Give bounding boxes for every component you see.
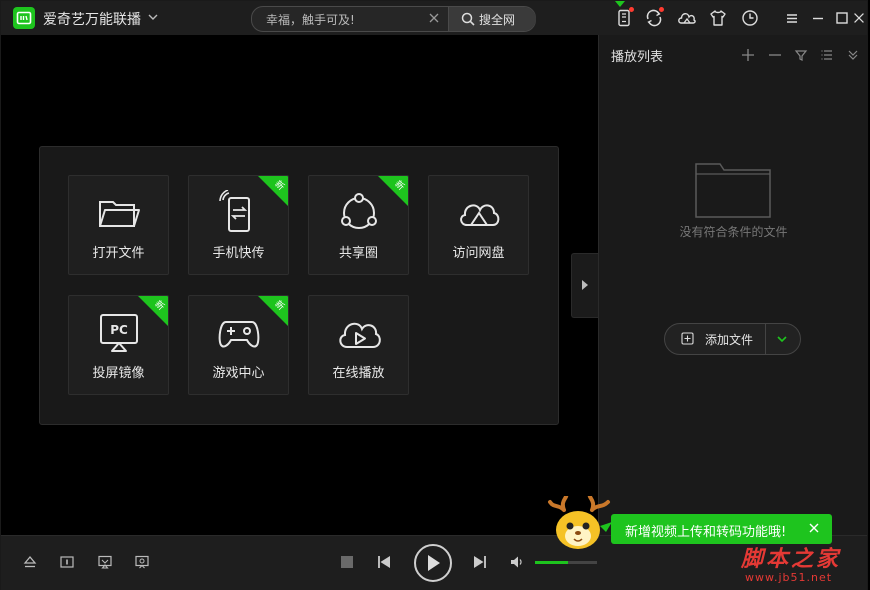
cloud-play-icon: [339, 322, 381, 348]
empty-playlist-text: 没有符合条件的文件: [679, 225, 788, 239]
maximize-icon: [836, 12, 848, 24]
add-file-icon: [681, 332, 694, 345]
new-badge: 新: [138, 296, 168, 326]
eject-icon: [23, 555, 37, 568]
maximize-button[interactable]: [833, 9, 851, 27]
new-indicator-triangle: [615, 1, 625, 7]
previous-button[interactable]: [376, 554, 392, 570]
app-title[interactable]: 爱奇艺万能联播: [43, 9, 141, 29]
add-file-label: 添加文件: [705, 333, 754, 347]
quick-actions-panel: 打开文件 新 手机快传 新 共享圈 访问网盘 PC 新 投屏镜像 新 游戏中心 …: [39, 146, 559, 425]
tile-screen-mirror[interactable]: PC 新 投屏镜像: [68, 295, 169, 395]
tile-label: 访问网盘: [452, 246, 505, 261]
playlist-title: 播放列表: [611, 50, 664, 65]
minimize-button[interactable]: [809, 9, 827, 27]
app-logo-icon[interactable]: [13, 7, 35, 29]
pc-label: PC: [110, 323, 128, 337]
chevron-down-icon[interactable]: [147, 11, 159, 23]
collapse-icon[interactable]: [846, 47, 860, 61]
subtitle-button[interactable]: [59, 554, 75, 570]
cloud-icon[interactable]: [677, 8, 697, 28]
volume-button[interactable]: [509, 554, 525, 570]
folder-icon: [99, 201, 140, 227]
volume-level: [535, 561, 568, 564]
empty-folder-icon: [695, 163, 771, 218]
cloud-drive-icon: [460, 204, 500, 226]
add-file-button[interactable]: 添加文件: [664, 323, 801, 355]
tile-label: 投屏镜像: [92, 366, 145, 381]
app-window: 爱奇艺万能联播 幸福，触手可及! 搜全网 打开文件 新 手机快传 新 共享圈 访…: [0, 0, 868, 590]
remove-icon[interactable]: [768, 47, 782, 61]
mascot-deer-icon: [548, 496, 612, 549]
site-watermark: 脚本之家 www.jb51.net: [741, 541, 867, 587]
search-icon: [461, 12, 475, 26]
arrow-right-icon: [582, 280, 588, 290]
search-bar: 幸福，触手可及! 搜全网: [251, 6, 536, 32]
clear-search-icon[interactable]: [428, 12, 440, 24]
cast-button[interactable]: [97, 554, 113, 570]
toast-message: 新增视频上传和转码功能哦!: [625, 525, 787, 540]
search-all-label: 搜全网: [479, 13, 516, 27]
phone-icon[interactable]: [614, 7, 634, 28]
watermark-title: 脚本之家: [741, 546, 842, 572]
tile-label: 共享圈: [338, 246, 378, 261]
add-icon[interactable]: [741, 47, 755, 61]
watermark-url: www.jb51.net: [745, 571, 833, 584]
screenshot-icon: [135, 555, 149, 569]
next-icon: [474, 556, 486, 568]
new-badge: 新: [378, 176, 408, 206]
playlist-sidebar: 播放列表 没有符合条件的文件 添加文件: [598, 35, 868, 535]
menu-icon: [787, 14, 797, 23]
next-button[interactable]: [472, 554, 488, 570]
tile-open-file[interactable]: 打开文件: [68, 175, 169, 275]
close-icon[interactable]: [809, 523, 819, 533]
share-circle-icon: [341, 193, 377, 229]
notification-dot: [659, 7, 664, 12]
skin-shirt-icon[interactable]: [708, 8, 728, 28]
tile-label: 游戏中心: [212, 366, 265, 381]
screenshot-button[interactable]: [134, 554, 150, 570]
screen-mirror-icon: PC: [100, 314, 138, 352]
video-stage: 打开文件 新 手机快传 新 共享圈 访问网盘 PC 新 投屏镜像 新 游戏中心 …: [1, 35, 598, 535]
close-icon: [854, 13, 864, 23]
tile-phone-transfer[interactable]: 新 手机快传: [188, 175, 289, 275]
gamepad-icon: [218, 321, 260, 348]
sync-icon[interactable]: [644, 7, 664, 28]
search-all-button[interactable]: 搜全网: [448, 7, 536, 31]
play-button[interactable]: [414, 544, 452, 582]
tile-online-play[interactable]: 在线播放: [308, 295, 409, 395]
tile-label: 在线播放: [332, 366, 385, 381]
new-badge: 新: [258, 296, 288, 326]
phone-transfer-icon: [219, 190, 250, 232]
tile-label: 打开文件: [92, 246, 145, 261]
tile-game-center[interactable]: 新 游戏中心: [188, 295, 289, 395]
chevron-down-icon[interactable]: [776, 333, 788, 345]
menu-button[interactable]: [783, 9, 801, 27]
stop-button[interactable]: [339, 554, 355, 570]
tile-label: 手机快传: [212, 246, 265, 261]
history-clock-icon[interactable]: [740, 8, 760, 28]
new-badge: 新: [258, 176, 288, 206]
play-icon: [428, 555, 440, 571]
stop-icon: [341, 556, 353, 568]
notification-toast[interactable]: 新增视频上传和转码功能哦!: [611, 514, 832, 544]
list-icon[interactable]: [820, 47, 834, 61]
volume-slider[interactable]: [535, 561, 597, 564]
close-button[interactable]: [851, 9, 867, 27]
filter-icon[interactable]: [794, 47, 808, 61]
tile-cloud-drive[interactable]: 访问网盘: [428, 175, 529, 275]
button-divider: [765, 324, 766, 354]
search-input[interactable]: 幸福，触手可及!: [266, 11, 355, 28]
tile-share-circle[interactable]: 新 共享圈: [308, 175, 409, 275]
toggle-playlist-button[interactable]: [571, 253, 598, 318]
notification-dot: [629, 7, 634, 12]
cast-icon: [98, 555, 112, 569]
volume-icon: [511, 556, 522, 568]
title-bar: 爱奇艺万能联播 幸福，触手可及! 搜全网: [1, 1, 867, 35]
minimize-icon: [813, 17, 823, 20]
eject-button[interactable]: [22, 554, 38, 570]
previous-icon: [378, 556, 390, 568]
subtitle-icon: [60, 556, 74, 568]
